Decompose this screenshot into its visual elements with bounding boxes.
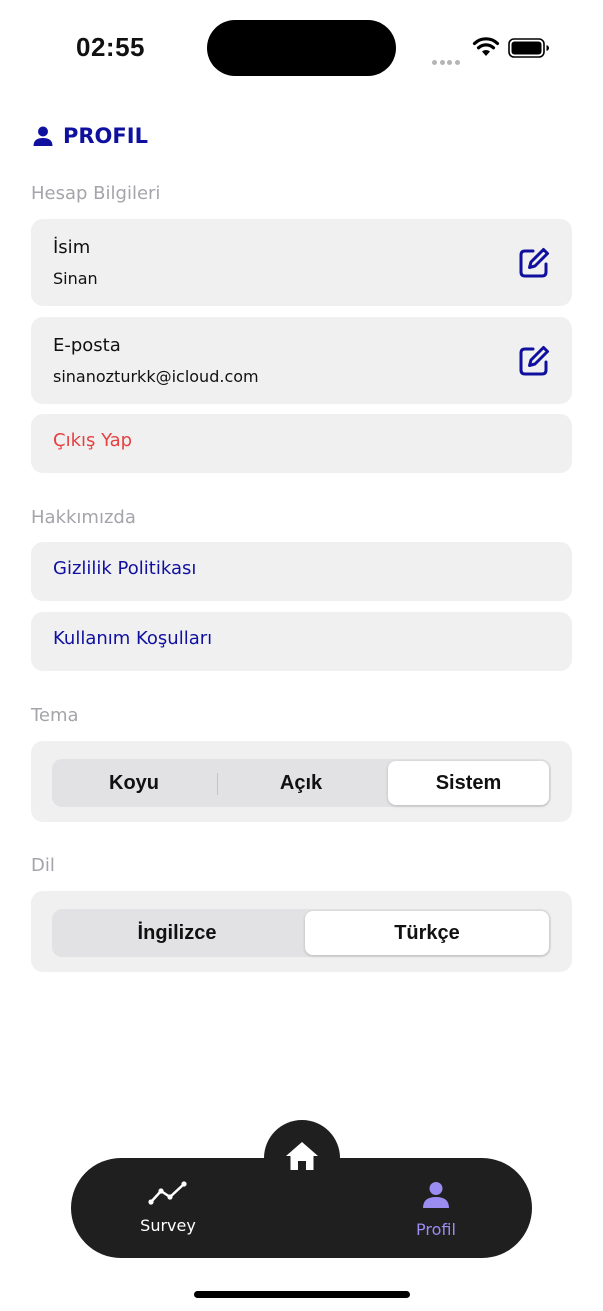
theme-card: Koyu Açık Sistem [31,741,572,822]
privacy-policy-label: Gizlilik Politikası [53,558,197,579]
email-card: E-posta sinanozturkk@icloud.com [31,317,572,404]
language-option-turkish[interactable]: Türkçe [305,911,549,955]
privacy-policy-button[interactable]: Gizlilik Politikası [31,542,572,601]
theme-option-acik[interactable]: Açık [220,761,382,805]
person-icon [423,1182,449,1208]
page-title: PROFIL [32,124,148,148]
home-icon [286,1142,318,1170]
account-section-label: Hesap Bilgileri [31,183,161,204]
wifi-icon [472,37,500,56]
terms-of-use-button[interactable]: Kullanım Koşulları [31,612,572,671]
cellular-signal-icon [432,50,462,65]
language-option-english[interactable]: İngilizce [54,911,300,955]
status-time: 02:55 [76,32,145,62]
edit-name-icon[interactable] [516,245,552,281]
email-label: E-posta [53,335,121,356]
logout-label: Çıkış Yap [53,430,133,451]
chart-line-icon [148,1181,187,1205]
theme-option-sistem[interactable]: Sistem [388,761,549,805]
theme-segmented-control: Koyu Açık Sistem [52,759,551,807]
tab-survey[interactable]: Survey [138,1180,198,1235]
logout-button[interactable]: Çıkış Yap [31,414,572,473]
dynamic-island [207,20,396,76]
email-value: sinanozturkk@icloud.com [53,367,259,386]
terms-of-use-label: Kullanım Koşulları [53,628,213,649]
person-icon [33,126,53,146]
name-label: İsim [53,237,91,258]
tab-profil[interactable]: Profil [406,1180,466,1239]
profile-screen: 02:55 PROFIL Hesap Bilgileri İsim Sinan [0,0,603,1311]
name-card: İsim Sinan [31,219,572,306]
name-value: Sinan [53,269,98,288]
home-indicator [194,1291,410,1298]
battery-icon [508,38,549,58]
language-segmented-control: İngilizce Türkçe [52,909,551,957]
theme-option-koyu[interactable]: Koyu [54,761,214,805]
tab-survey-label: Survey [140,1216,196,1235]
segment-divider [217,773,218,795]
about-section-label: Hakkımızda [31,507,136,528]
edit-email-icon[interactable] [516,343,552,379]
page-title-text: PROFIL [63,124,148,148]
theme-section-label: Tema [31,705,79,726]
language-card: İngilizce Türkçe [31,891,572,972]
tab-profil-label: Profil [416,1220,456,1239]
language-section-label: Dil [31,855,55,876]
status-indicators [430,34,554,65]
